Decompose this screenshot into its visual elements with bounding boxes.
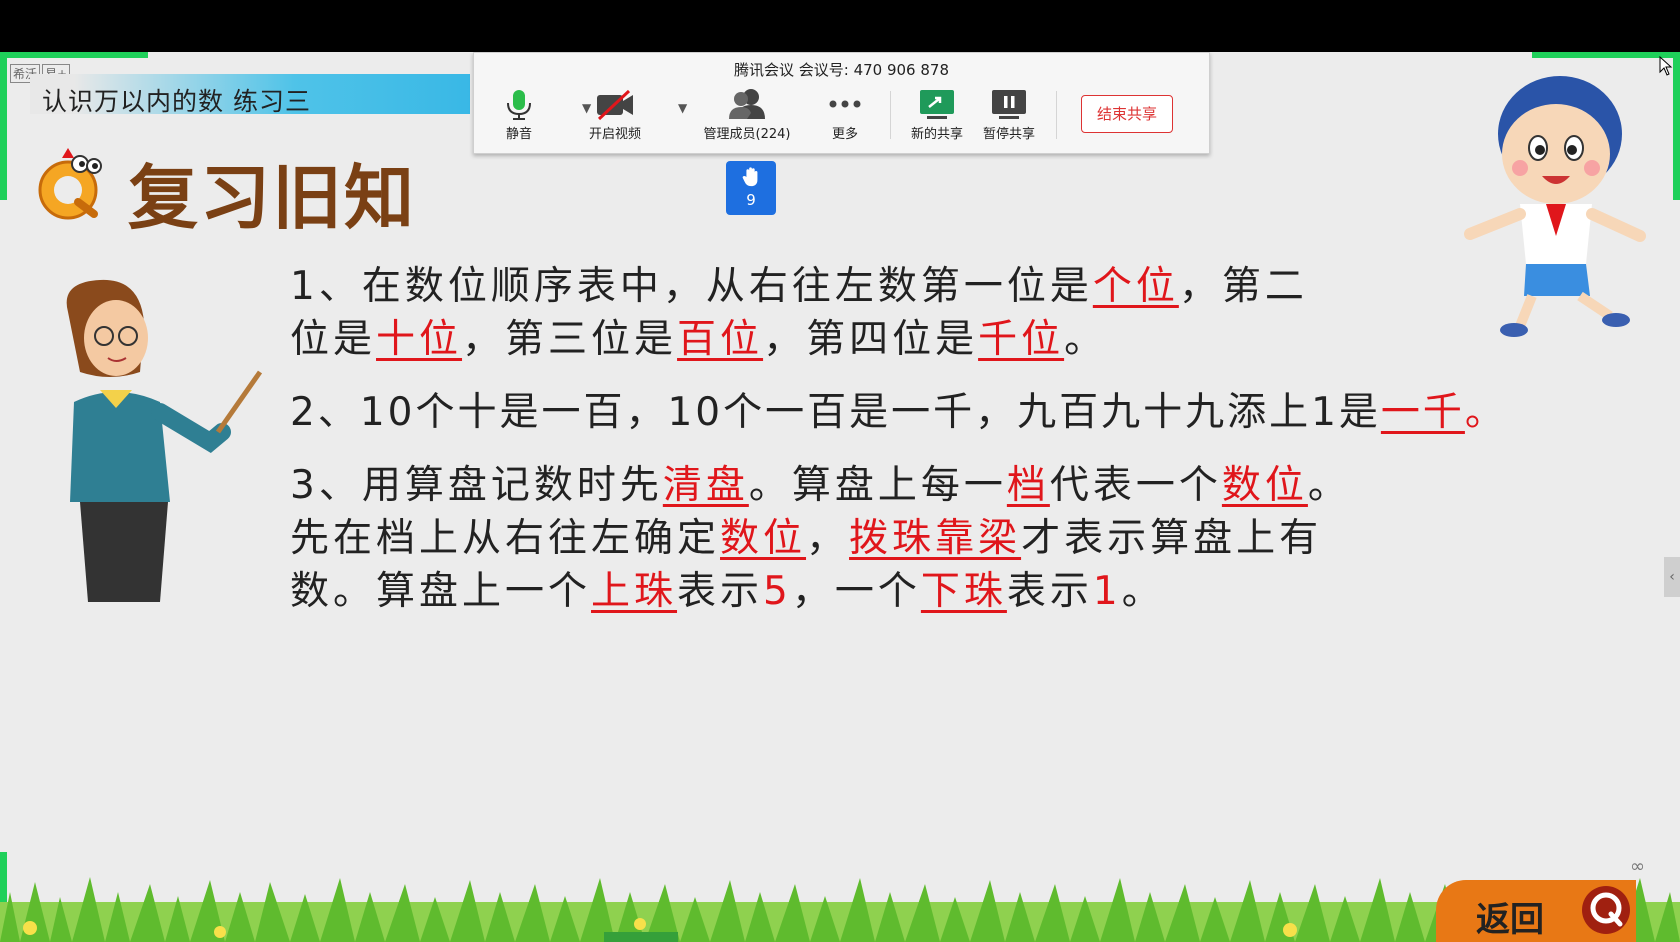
grass-decoration <box>0 877 1680 942</box>
text: 。 <box>1464 390 1507 435</box>
answer-keyword: 一千 <box>1380 390 1465 435</box>
shared-slide: 希沃易+ 认识万以内的数 练习三 复习旧知 <box>0 52 1680 942</box>
pause-share-button[interactable]: 暂停共享 <box>964 83 1054 149</box>
answer-keyword: 数位 <box>1221 463 1308 508</box>
answer-keyword: 拨珠靠梁 <box>849 516 1022 561</box>
answer-keyword: 下珠 <box>920 569 1007 614</box>
video-button[interactable]: 开启视频 <box>570 83 660 149</box>
share-border <box>0 52 148 58</box>
mute-label: 静音 <box>505 127 532 142</box>
paragraph-1: 1、在数位顺序表中，从右往左数第一位是个位，第二 位是十位，第三位是百位，第四位… <box>290 260 1620 366</box>
section-title: 复习旧知 <box>128 156 416 239</box>
share-border <box>0 52 7 200</box>
share-border <box>1532 52 1680 58</box>
text: ，一个 <box>791 569 921 614</box>
paragraph-3: 3、用算盘记数时先清盘。算盘上每一档代表一个数位。 先在档上从右往左确定数位，拨… <box>290 459 1620 618</box>
members-icon <box>729 89 765 119</box>
raise-hand-icon <box>742 167 758 187</box>
meeting-toolbar: 腾讯会议 会议号: 470 906 878 静音 ▼ 开启视频 ▼ 管理成员(2… <box>473 52 1210 154</box>
share-border <box>1673 52 1680 200</box>
toolbar-divider <box>1056 91 1057 139</box>
chevron-down-icon[interactable]: ▼ <box>678 101 687 115</box>
answer-keyword: 千位 <box>978 317 1065 362</box>
members-button[interactable]: 管理成员(224) <box>692 83 802 149</box>
end-share-button[interactable]: 结束共享 <box>1081 95 1173 133</box>
text: 表示 <box>677 569 764 614</box>
text: ，第四位是 <box>763 317 979 362</box>
text: 数。算盘上一个 <box>290 569 592 614</box>
text: 。 <box>1307 463 1351 508</box>
link-icon: ∞ <box>1630 856 1645 877</box>
lesson-title: 认识万以内的数 练习三 <box>42 87 311 116</box>
text: 位是 <box>290 317 377 362</box>
text: ，第三位是 <box>462 317 678 362</box>
answer-number: 1 <box>1092 569 1122 614</box>
members-label: 管理成员(224) <box>703 127 791 142</box>
more-dots-icon <box>829 100 861 108</box>
text: 3、用算盘记数时先 <box>290 463 663 508</box>
text: 代表一个 <box>1049 463 1222 508</box>
more-label: 更多 <box>831 127 858 142</box>
share-screen-icon <box>920 90 954 119</box>
answer-keyword: 十位 <box>376 317 463 362</box>
text: 才表示算盘上有 <box>1021 516 1323 561</box>
answer-keyword: 上珠 <box>591 569 678 614</box>
answer-keyword: 个位 <box>1092 264 1179 309</box>
raised-hands-badge[interactable]: 9 <box>726 161 776 215</box>
answer-number: 5 <box>763 569 792 614</box>
answer-keyword: 数位 <box>720 516 807 561</box>
text: 表示 <box>1006 569 1093 614</box>
text: 。算盘上每一 <box>748 463 1007 508</box>
pause-share-label: 暂停共享 <box>982 127 1035 142</box>
text: 。 <box>1064 317 1108 362</box>
answer-keyword: 档 <box>1006 463 1050 508</box>
meeting-title: 腾讯会议 会议号: 470 906 878 <box>733 61 950 79</box>
text: ， <box>806 516 850 561</box>
q-return-icon <box>1582 886 1630 934</box>
raised-hands-count: 9 <box>746 191 756 209</box>
side-panel-toggle[interactable]: ‹ <box>1664 557 1680 597</box>
text: 1、在数位顺序表中，从右往左数第一位是 <box>290 264 1093 309</box>
text: 。 <box>1121 569 1165 614</box>
microphone-icon <box>507 90 531 120</box>
mouse-cursor-icon <box>1659 56 1673 76</box>
paragraph-2: 2、10个十是一百，10个一百是一千，九百九十九添上1是一千。 <box>290 386 1620 439</box>
text: 先在档上从右往左确定 <box>290 516 721 561</box>
slide-content: 1、在数位顺序表中，从右往左数第一位是个位，第二 位是十位，第三位是百位，第四位… <box>290 260 1620 638</box>
more-button[interactable]: 更多 <box>800 83 890 149</box>
video-off-icon <box>597 89 633 121</box>
teacher-illustration <box>66 279 263 602</box>
toolbar-divider <box>890 91 891 139</box>
text: ，第二 <box>1178 264 1308 309</box>
mute-button[interactable]: 静音 <box>474 83 564 149</box>
text: 2、10个十是一百，10个一百是一千，九百九十九添上1是 <box>290 390 1381 435</box>
pause-icon <box>992 90 1026 119</box>
answer-keyword: 百位 <box>677 317 764 362</box>
video-label: 开启视频 <box>588 127 641 142</box>
answer-keyword: 清盘 <box>662 463 749 508</box>
q-mascot-icon <box>38 148 102 220</box>
return-label: 返回 <box>1476 900 1544 940</box>
